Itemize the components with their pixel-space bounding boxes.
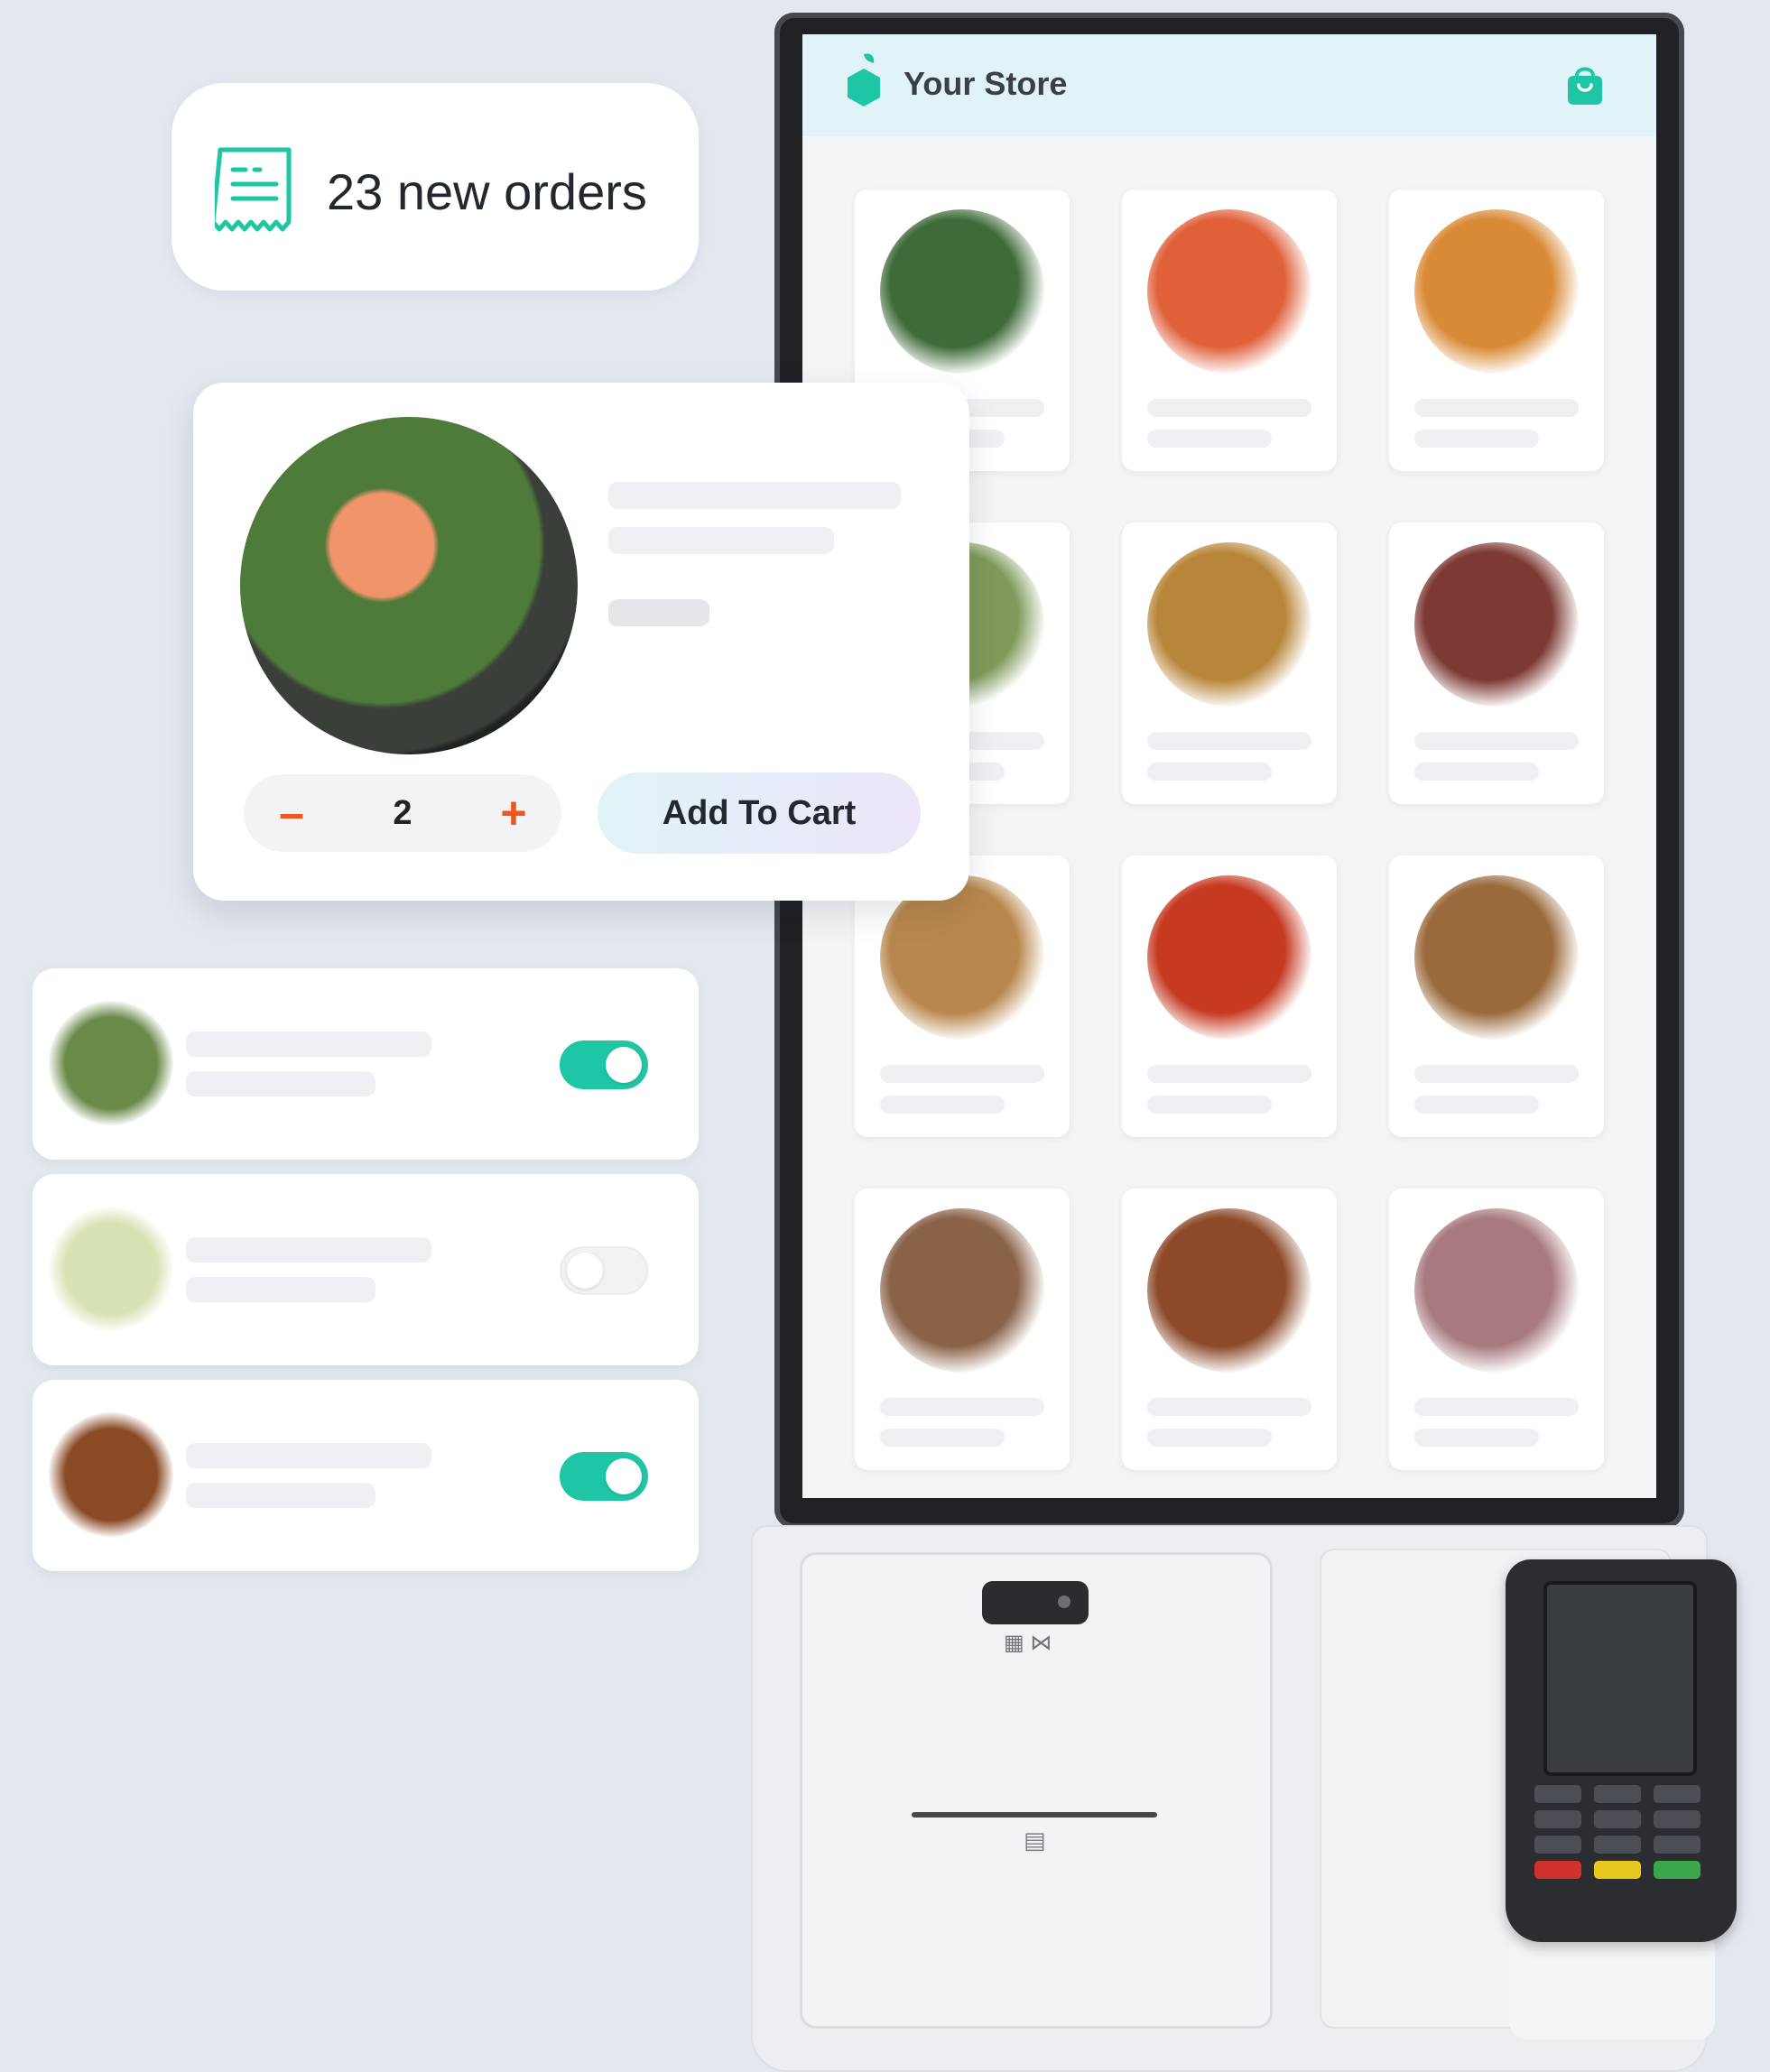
product-price-placeholder xyxy=(1414,763,1539,781)
product-price-placeholder xyxy=(880,1429,1005,1447)
product-card[interactable] xyxy=(1389,856,1604,1137)
receipt-slot xyxy=(912,1812,1157,1818)
product-card[interactable] xyxy=(1122,1189,1337,1470)
product-detail-card: – 2 + Add To Cart xyxy=(193,383,969,901)
scanner-led xyxy=(1058,1596,1070,1608)
product-price-placeholder xyxy=(1414,1429,1539,1447)
increment-button[interactable]: + xyxy=(475,774,552,852)
availability-toggle[interactable] xyxy=(560,1246,648,1295)
product-name-placeholder xyxy=(1147,732,1311,750)
menu-item-thumbnail xyxy=(49,1207,173,1331)
product-thumbnail xyxy=(880,1208,1044,1373)
menu-item-detail-placeholder xyxy=(186,1071,375,1096)
menu-item-detail-placeholder xyxy=(186,1277,375,1302)
product-thumbnail xyxy=(1414,1208,1579,1373)
product-card[interactable] xyxy=(1389,190,1604,471)
product-thumbnail xyxy=(1414,875,1579,1040)
product-name-placeholder xyxy=(1147,399,1311,417)
product-name-placeholder xyxy=(1147,1065,1311,1083)
product-price-placeholder xyxy=(608,599,709,626)
menu-item-name-placeholder xyxy=(186,1031,431,1057)
product-name-placeholder xyxy=(880,1398,1044,1416)
menu-item-row xyxy=(32,1174,699,1365)
product-thumbnail xyxy=(1147,209,1311,374)
new-orders-badge[interactable]: 23 new orders xyxy=(171,83,699,291)
product-thumbnail xyxy=(880,209,1044,374)
product-price-placeholder xyxy=(1414,1096,1539,1114)
qr-code-icon: ▦ ⋈ xyxy=(1004,1631,1052,1655)
payment-terminal-screen xyxy=(1543,1581,1697,1776)
menu-item-thumbnail xyxy=(49,1412,173,1537)
product-title-placeholder xyxy=(608,482,901,509)
product-card[interactable] xyxy=(1122,523,1337,804)
product-name-placeholder xyxy=(1147,1398,1311,1416)
toggle-knob xyxy=(606,1458,642,1494)
product-thumbnail xyxy=(1414,542,1579,707)
menu-item-row xyxy=(32,1380,699,1571)
decrement-button[interactable]: – xyxy=(253,774,330,852)
availability-toggle[interactable] xyxy=(560,1452,648,1501)
toggle-knob xyxy=(606,1047,642,1083)
store-name: Your Store xyxy=(904,65,1068,102)
product-price-placeholder xyxy=(1414,430,1539,448)
product-image xyxy=(240,417,578,754)
shopping-bag-icon[interactable] xyxy=(1564,61,1606,106)
qr-scanner xyxy=(982,1581,1089,1624)
product-card[interactable] xyxy=(855,1189,1070,1470)
product-subtitle-placeholder xyxy=(608,527,834,554)
product-name-placeholder xyxy=(1414,1065,1579,1083)
menu-item-name-placeholder xyxy=(186,1443,431,1468)
product-thumbnail xyxy=(1414,209,1579,374)
product-name-placeholder xyxy=(1414,732,1579,750)
product-card[interactable] xyxy=(1122,190,1337,471)
product-price-placeholder xyxy=(880,1096,1005,1114)
product-price-placeholder xyxy=(1147,430,1272,448)
quantity-stepper: – 2 + xyxy=(244,774,561,852)
receipt-icon xyxy=(215,147,292,232)
product-card[interactable] xyxy=(1122,856,1337,1137)
kiosk-header: Your Store xyxy=(802,34,1656,136)
menu-item-name-placeholder xyxy=(186,1237,431,1263)
product-price-placeholder xyxy=(1147,763,1272,781)
quantity-value: 2 xyxy=(393,793,412,832)
product-name-placeholder xyxy=(1414,399,1579,417)
receipt-slot-icon: ▤ xyxy=(1024,1827,1046,1854)
product-price-placeholder xyxy=(1147,1429,1272,1447)
product-name-placeholder xyxy=(880,1065,1044,1083)
store-logo-icon xyxy=(848,53,880,106)
menu-item-detail-placeholder xyxy=(186,1483,375,1508)
menu-item-row xyxy=(32,968,699,1160)
product-name-placeholder xyxy=(1414,1398,1579,1416)
product-card[interactable] xyxy=(1389,1189,1604,1470)
product-thumbnail xyxy=(1147,542,1311,707)
pos-stand xyxy=(1509,1940,1715,2040)
availability-toggle[interactable] xyxy=(560,1041,648,1089)
product-price-placeholder xyxy=(1147,1096,1272,1114)
product-thumbnail xyxy=(1147,1208,1311,1373)
product-card[interactable] xyxy=(1389,523,1604,804)
new-orders-text: 23 new orders xyxy=(327,163,647,220)
add-to-cart-button[interactable]: Add To Cart xyxy=(598,772,921,854)
payment-terminal-keypad[interactable] xyxy=(1534,1785,1706,1882)
toggle-knob xyxy=(567,1253,603,1289)
menu-item-thumbnail xyxy=(49,1001,173,1125)
product-thumbnail xyxy=(1147,875,1311,1040)
